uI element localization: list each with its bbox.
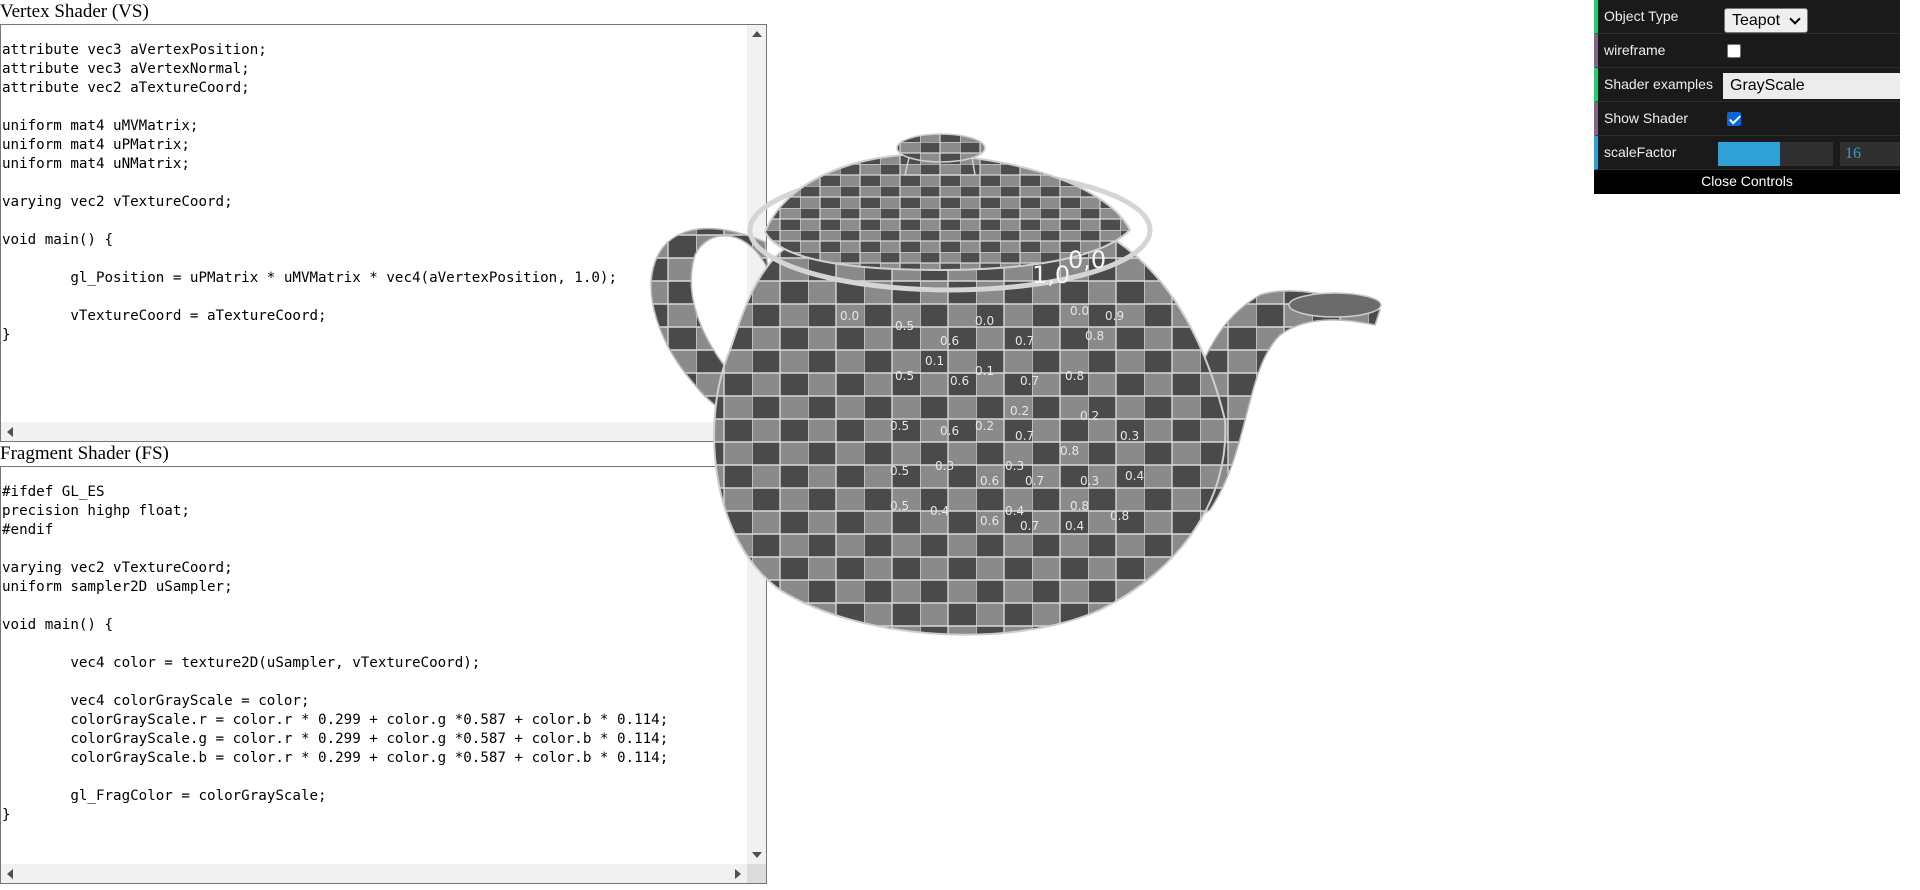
show-shader-label: Show Shader [1604, 110, 1689, 126]
scrollbar-corner [747, 864, 766, 883]
texture-label: 0.0 [975, 314, 994, 328]
texture-label: 0.6 [940, 424, 959, 438]
texture-label: 0.1 [975, 364, 994, 378]
texture-label: 0.8 [1070, 499, 1089, 513]
texture-label: 0.5 [890, 419, 909, 433]
chevron-down-icon [1789, 13, 1801, 25]
controls-panel: Object Type Teapot wireframe Shader exam… [1594, 0, 1900, 194]
texture-label: 0.2 [1010, 404, 1029, 418]
texture-label: 0.9 [1105, 309, 1124, 323]
texture-label: 0,0 [1068, 246, 1106, 274]
fragment-horizontal-scrollbar[interactable] [1, 864, 747, 883]
texture-label: 0.4 [930, 504, 949, 518]
texture-label: 0.0 [840, 309, 859, 323]
vertex-horizontal-scrollbar[interactable] [1, 422, 747, 441]
vertex-shader-title: Vertex Shader (VS) [0, 1, 149, 22]
texture-label: 0.6 [980, 474, 999, 488]
texture-label: 0.6 [940, 334, 959, 348]
texture-label: 0.5 [895, 319, 914, 333]
texture-label: 0.8 [1085, 329, 1104, 343]
show-shader-row: Show Shader [1594, 102, 1900, 136]
wireframe-label: wireframe [1604, 42, 1666, 58]
close-controls-button[interactable]: Close Controls [1594, 170, 1900, 194]
texture-label: 0.8 [1110, 509, 1129, 523]
texture-label: 0.2 [975, 419, 994, 433]
texture-label: 0.2 [1080, 409, 1099, 423]
object-type-row: Object Type Teapot [1594, 0, 1900, 34]
texture-label: 0.4 [1005, 504, 1024, 518]
shader-examples-label: Shader examples [1604, 76, 1713, 92]
texture-label: 1,0 [1032, 261, 1070, 289]
texture-label: 0.7 [1020, 374, 1039, 388]
object-type-value: Teapot [1732, 12, 1781, 29]
vertex-shader-code[interactable]: attribute vec3 aVertexPosition; attribut… [1, 25, 749, 429]
texture-label: 0.7 [1025, 474, 1044, 488]
texture-label: 0.3 [935, 459, 954, 473]
wireframe-checkbox[interactable] [1727, 44, 1741, 58]
scroll-left-icon[interactable] [7, 869, 13, 879]
texture-label: 0.7 [1020, 519, 1039, 533]
fragment-shader-title: Fragment Shader (FS) [0, 443, 169, 464]
scale-factor-slider[interactable] [1718, 142, 1833, 166]
object-type-select[interactable]: Teapot [1724, 8, 1808, 33]
texture-label: 0.0 [1070, 304, 1089, 318]
texture-label: 0.1 [925, 354, 944, 368]
shader-examples-value: GrayScale [1730, 77, 1805, 94]
texture-label: 0.7 [1015, 334, 1034, 348]
texture-label: 0.3 [1005, 459, 1024, 473]
scale-factor-value: 16 [1845, 145, 1861, 162]
scale-factor-slider-fill [1718, 142, 1781, 166]
scroll-down-icon[interactable] [752, 852, 762, 858]
texture-label: 0.6 [950, 374, 969, 388]
texture-label: 0.8 [1060, 444, 1079, 458]
texture-label: 0.8 [1065, 369, 1084, 383]
fragment-shader-code[interactable]: #ifdef GL_ES precision highp float; #end… [1, 467, 749, 871]
scale-factor-row: scaleFactor 16 [1594, 136, 1900, 170]
texture-label: 0.7 [1015, 429, 1034, 443]
texture-label: 0.3 [1120, 429, 1139, 443]
texture-label: 0.4 [1125, 469, 1144, 483]
scroll-right-icon[interactable] [735, 869, 741, 879]
wireframe-row: wireframe [1594, 34, 1900, 68]
scale-factor-label: scaleFactor [1604, 144, 1677, 160]
texture-label: 0.3 [1080, 474, 1099, 488]
texture-label: 0.4 [1065, 519, 1084, 533]
texture-label: 0.5 [890, 499, 909, 513]
texture-label: 0.6 [980, 514, 999, 528]
webgl-viewport-teapot[interactable]: 0.00.50.60.00.7 0.80.0 0.90.50.10.60.10.7 0… [640, 120, 1420, 680]
shader-examples-row: Shader examples GrayScale [1594, 68, 1900, 102]
texture-label: 0.5 [895, 369, 914, 383]
scroll-left-icon[interactable] [7, 427, 13, 437]
object-type-label: Object Type [1604, 8, 1679, 24]
show-shader-checkbox[interactable] [1727, 112, 1741, 126]
scale-factor-input[interactable]: 16 [1840, 142, 1900, 166]
shader-examples-select[interactable]: GrayScale [1723, 73, 1900, 99]
scroll-up-icon[interactable] [752, 31, 762, 37]
texture-label: 0.5 [890, 464, 909, 478]
